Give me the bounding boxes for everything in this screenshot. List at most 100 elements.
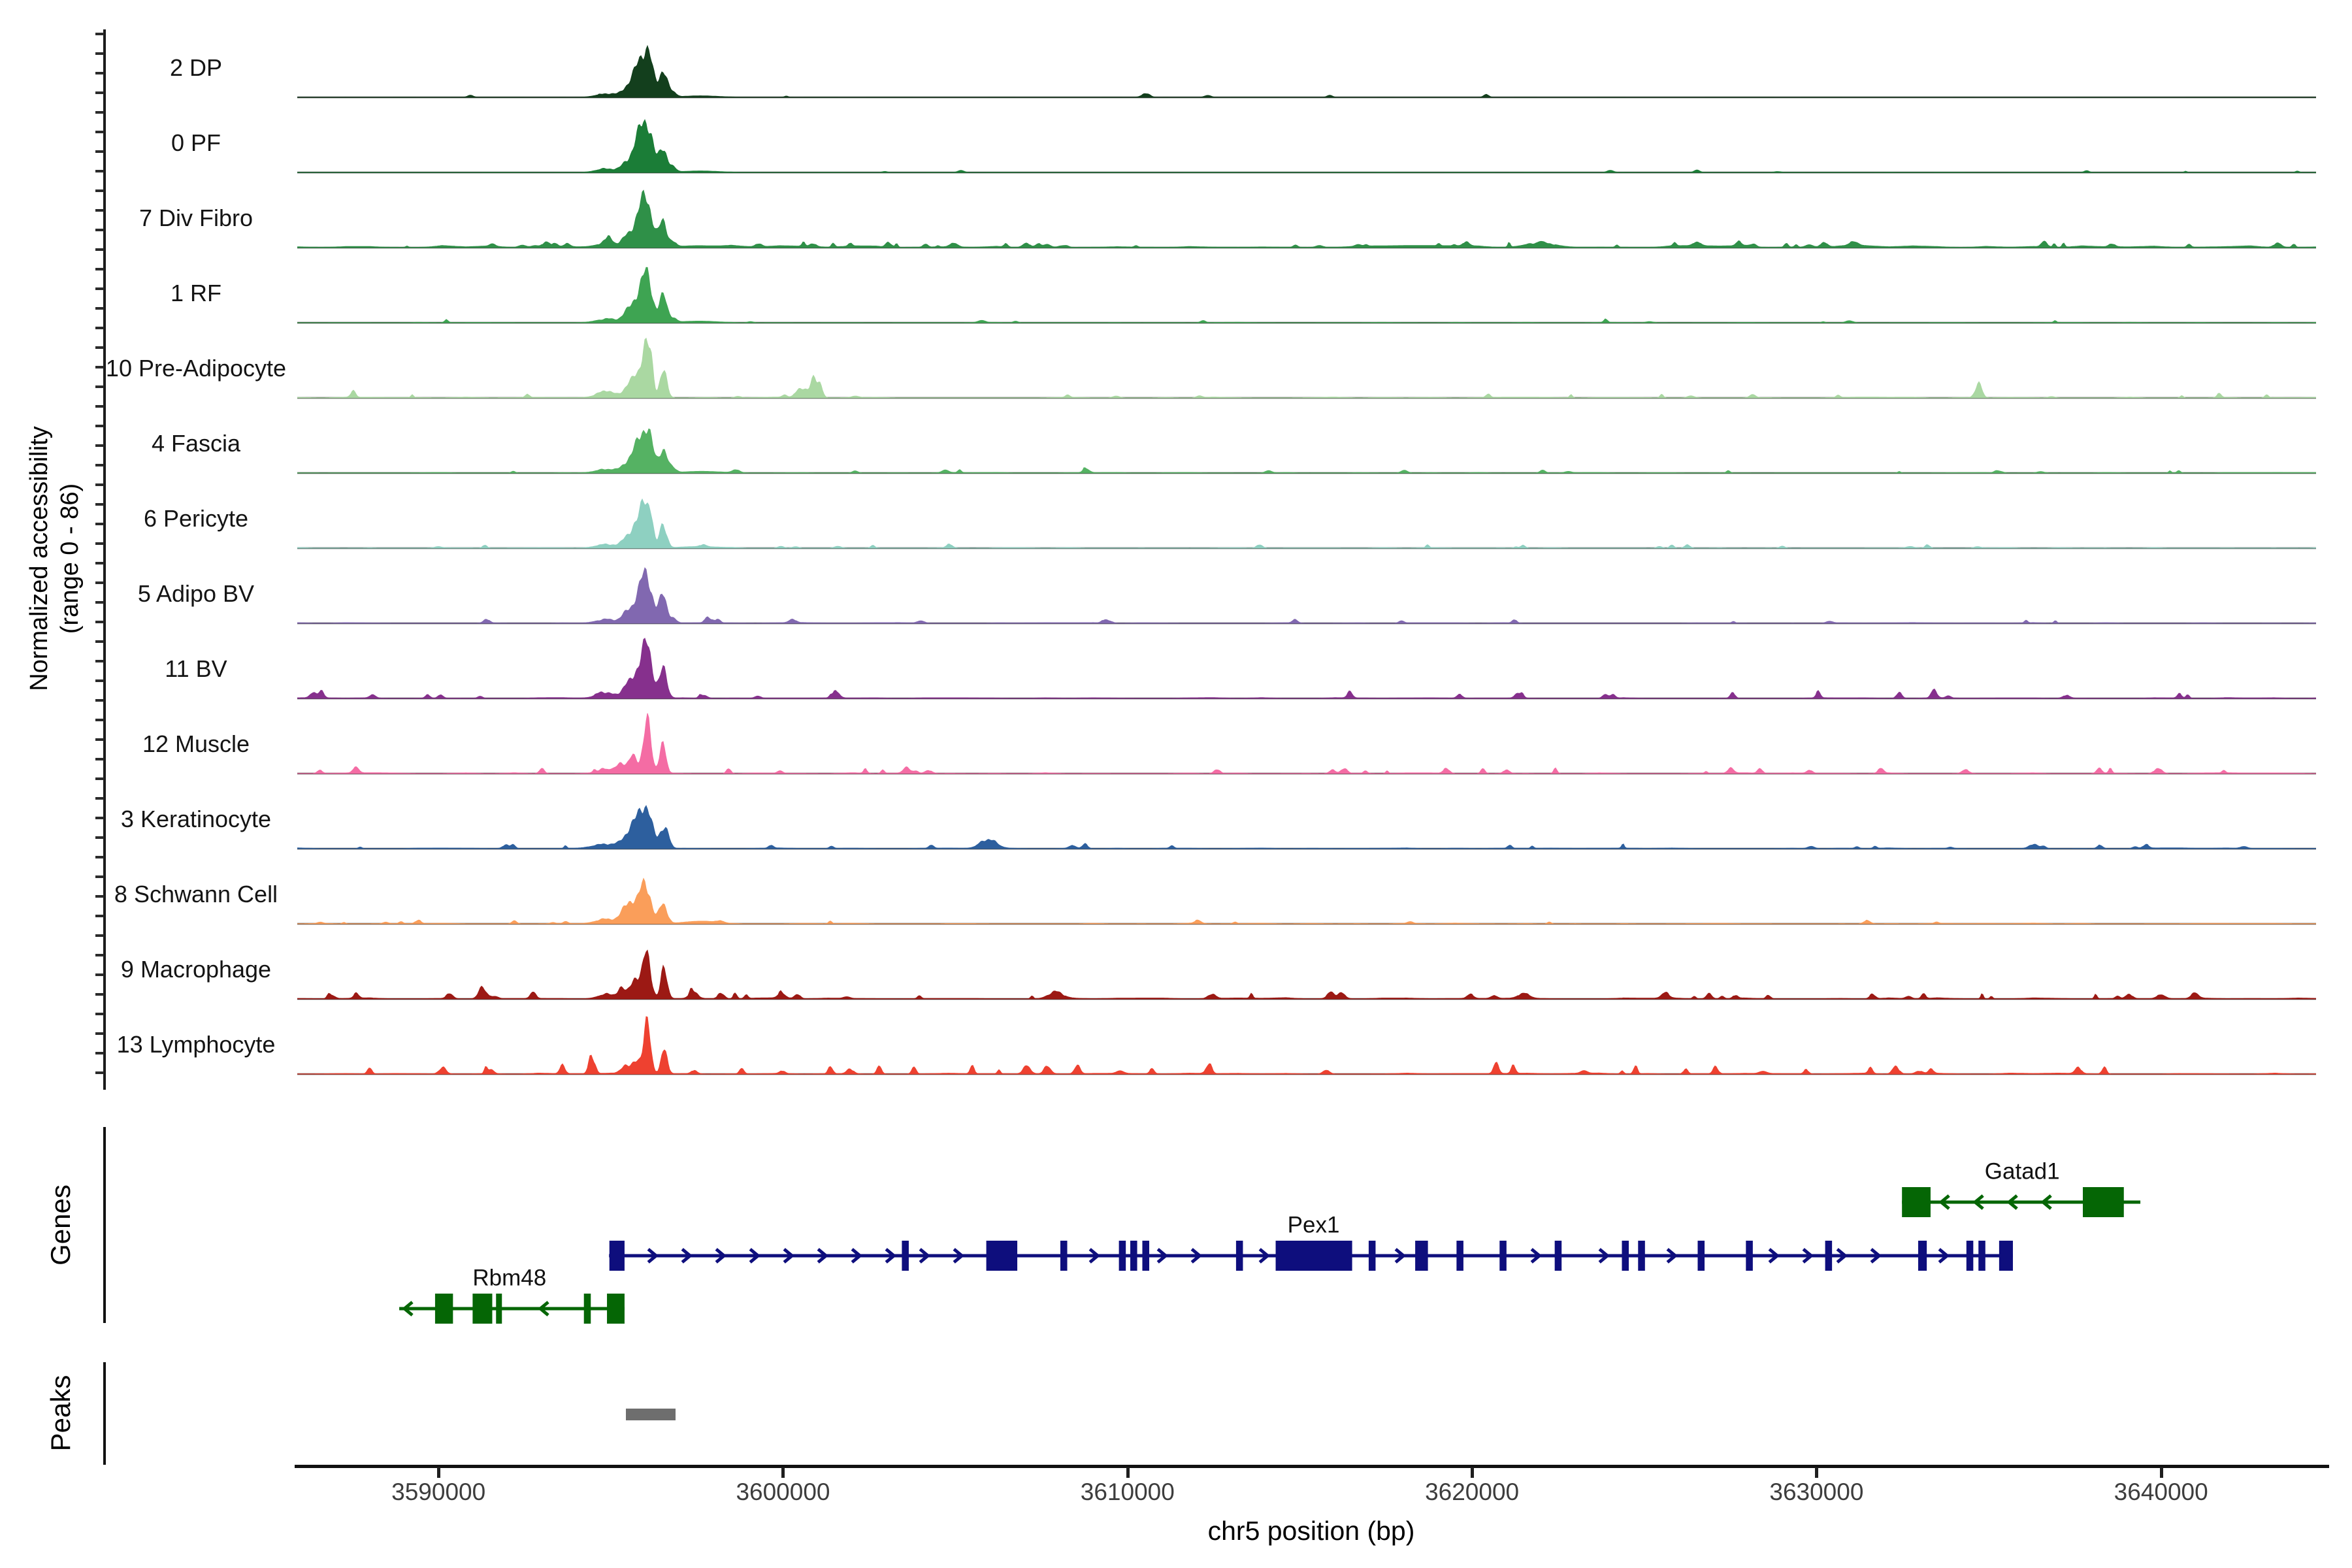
tracks-axis-tick xyxy=(95,268,104,270)
tracks-axis-tick xyxy=(95,248,104,251)
gene-exon xyxy=(1555,1241,1562,1271)
gene-exon xyxy=(496,1294,502,1324)
x-axis-tick-label: 3620000 xyxy=(1374,1478,1570,1506)
gene-exon xyxy=(902,1241,909,1271)
peaks-bracket xyxy=(103,1362,106,1465)
track-signal xyxy=(297,879,2316,924)
x-axis-tick-label: 3640000 xyxy=(2063,1478,2259,1506)
x-axis-tick-label: 3610000 xyxy=(1030,1478,1226,1506)
tracks-axis-tick xyxy=(95,189,104,192)
tracks-axis-tick xyxy=(95,170,104,172)
track-label: 9 Macrophage xyxy=(72,954,320,985)
tracks-axis-tick xyxy=(95,621,104,623)
x-axis-tick xyxy=(437,1467,440,1478)
tracks-axis-tick xyxy=(95,425,104,427)
gene-exon xyxy=(1236,1241,1243,1271)
track-label: 0 PF xyxy=(72,127,320,159)
track-signal xyxy=(297,638,2316,698)
y-axis-label-line2: (range 0 - 86) xyxy=(55,426,86,691)
tracks-axis-tick xyxy=(95,640,104,643)
track-signal xyxy=(297,951,2316,1000)
tracks-axis-tick xyxy=(95,91,104,94)
called-peak-bar xyxy=(626,1409,676,1420)
x-axis-title: chr5 position (bp) xyxy=(1050,1516,1573,1546)
track-signal xyxy=(297,713,2316,774)
accessibility-tracks-panel xyxy=(297,22,2316,1075)
track-label: 11 BV xyxy=(72,653,320,685)
gene-exon xyxy=(435,1294,453,1324)
track-label: 13 Lymphocyte xyxy=(72,1029,320,1060)
tracks-axis-tick xyxy=(95,875,104,878)
tracks-axis-tick xyxy=(95,856,104,858)
track-label: 2 DP xyxy=(72,52,320,84)
track-signal xyxy=(297,190,2316,248)
track-signal xyxy=(297,267,2316,323)
tracks-axis-tick xyxy=(95,1071,104,1074)
track-label: 1 RF xyxy=(72,278,320,309)
x-axis-tick xyxy=(1126,1467,1130,1478)
peaks-section-label: Peaks xyxy=(45,1375,76,1452)
tracks-axis-tick xyxy=(95,346,104,349)
gene-exon xyxy=(1622,1241,1629,1271)
x-axis-tick xyxy=(1471,1467,1474,1478)
track-signal xyxy=(297,429,2316,473)
x-axis-tick xyxy=(1815,1467,1818,1478)
gene-exon xyxy=(1276,1241,1352,1271)
x-axis-tick-label: 3630000 xyxy=(1718,1478,1914,1506)
tracks-axis-tick xyxy=(95,385,104,388)
tracks-axis-tick xyxy=(95,993,104,996)
gene-label: Gatad1 xyxy=(1985,1158,2060,1184)
gene-exon xyxy=(1697,1241,1705,1271)
track-signal xyxy=(297,806,2316,849)
track-signal xyxy=(297,499,2316,548)
gene-exon xyxy=(1456,1241,1463,1271)
track-label: 8 Schwann Cell xyxy=(72,879,320,910)
gene-exon xyxy=(1967,1241,1974,1271)
gene-exon xyxy=(1415,1241,1428,1271)
gene-exon xyxy=(1746,1241,1753,1271)
tracks-axis-line xyxy=(103,29,106,1090)
tracks-axis-tick xyxy=(95,836,104,839)
tracks-axis-tick xyxy=(95,915,104,917)
y-axis-label: Normalized accessibility (range 0 - 86) xyxy=(24,426,86,691)
genome-tracks-figure: Normalized accessibility (range 0 - 86) … xyxy=(0,0,2352,1568)
gene-exon xyxy=(1369,1241,1376,1271)
tracks-axis-tick xyxy=(95,699,104,702)
tracks-axis-tick xyxy=(95,542,104,545)
tracks-axis-tick xyxy=(95,777,104,780)
gene-exon xyxy=(584,1294,591,1324)
gene-exon xyxy=(2083,1187,2124,1217)
track-signal xyxy=(297,338,2316,398)
track-signal xyxy=(297,120,2316,172)
tracks-axis-tick xyxy=(95,111,104,114)
gene-label: Rbm48 xyxy=(472,1265,546,1290)
gene-exon xyxy=(1119,1241,1126,1271)
gene-exon xyxy=(1902,1187,1931,1217)
y-axis-label-line1: Normalized accessibility xyxy=(24,426,55,691)
genes-section-label: Genes xyxy=(45,1184,76,1266)
x-axis-tick xyxy=(781,1467,785,1478)
tracks-axis-tick xyxy=(95,1013,104,1015)
x-axis-tick xyxy=(2160,1467,2163,1478)
track-label: 7 Div Fibro xyxy=(72,203,320,234)
genes-bracket xyxy=(103,1127,106,1323)
gene-exon xyxy=(1978,1241,1985,1271)
track-label: 10 Pre-Adipocyte xyxy=(72,353,320,384)
gene-exon xyxy=(1999,1241,2013,1271)
tracks-axis-tick xyxy=(95,797,104,800)
tracks-axis-tick xyxy=(95,562,104,564)
tracks-axis-tick xyxy=(95,483,104,486)
gene-exon xyxy=(1638,1241,1645,1271)
gene-exon xyxy=(472,1294,492,1324)
gene-exon xyxy=(607,1294,625,1324)
genes-panel: Gatad1Pex1Rbm48 xyxy=(297,1156,2316,1330)
tracks-axis-tick xyxy=(95,33,104,35)
tracks-axis-tick xyxy=(95,464,104,466)
track-label: 3 Keratinocyte xyxy=(72,804,320,835)
gene-exon xyxy=(1142,1241,1149,1271)
gene-exon xyxy=(610,1241,625,1271)
x-axis-tick-label: 3600000 xyxy=(685,1478,881,1506)
track-signal xyxy=(297,46,2316,97)
gene-exon xyxy=(987,1241,1017,1271)
track-label: 5 Adipo BV xyxy=(72,578,320,610)
